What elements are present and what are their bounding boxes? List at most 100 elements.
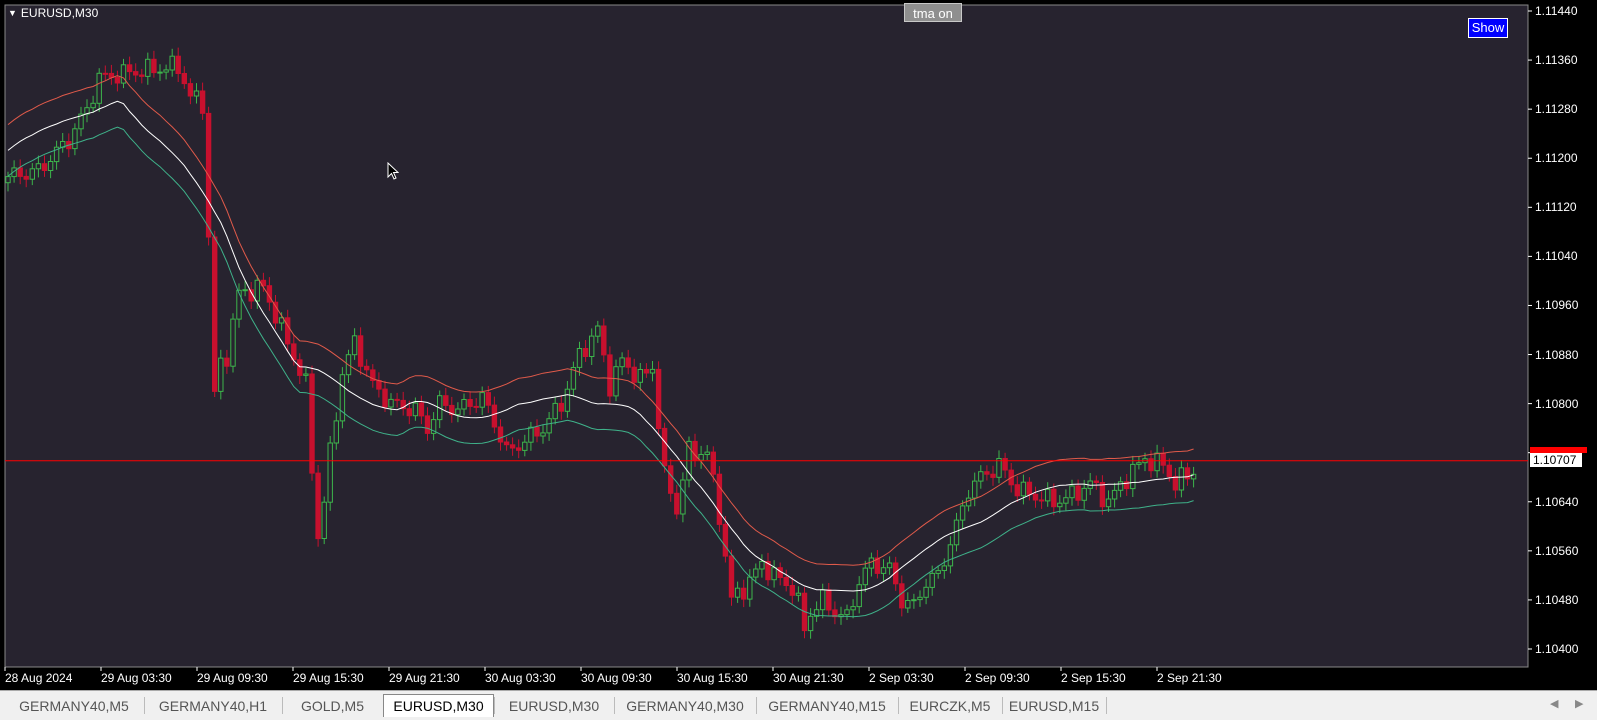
chart-title: ▼ EURUSD,M30 [8,6,98,20]
bear-candle [1099,482,1106,508]
bull-candle [1111,489,1118,500]
bear-candle [133,71,139,76]
bull-candle [90,102,96,109]
bull-candle [941,565,947,572]
bull-candle [880,567,887,574]
bull-candle [978,471,984,482]
bear-candle [309,373,315,474]
show-button[interactable]: Show [1468,18,1508,38]
bear-candle [741,587,747,600]
bear-candle [582,348,589,357]
bear-candle [175,55,181,74]
time-axis-label: 28 Aug 2024 [5,671,73,685]
bull-candle [911,599,917,602]
bull-candle [528,426,534,443]
bear-candle [789,585,795,596]
bull-candle [522,441,528,451]
bear-candle [17,167,23,177]
bull-candle [351,335,358,356]
bull-candle [236,289,242,320]
bear-candle [728,555,735,598]
bear-candle [443,395,449,406]
bear-candle [406,408,413,417]
chart-tab[interactable]: EURUSD,M30 [494,696,614,716]
chart-tab[interactable]: GOLD,M5 [282,696,383,716]
bull-candle [953,519,960,546]
time-axis-label: 2 Sep 09:30 [965,671,1030,685]
bear-candle [199,90,206,114]
bear-candle [1032,493,1039,501]
bull-candle [339,374,346,422]
bear-candle [473,405,479,408]
chart-tab[interactable]: GERMANY40,M15 [756,696,898,716]
bull-candle [759,561,765,570]
time-axis-label: 29 Aug 15:30 [293,671,364,685]
bear-candle [668,465,674,494]
bear-candle [315,472,321,540]
chart-tab-bar: ◀ ▶ GERMANY40,M5 GERMANY40,H1 GOLD,M5 EURUS… [0,690,1597,720]
bull-candle [619,357,625,368]
bull-candle [193,90,200,97]
bear-candle [126,64,133,73]
dropdown-triangle-icon[interactable]: ▼ [8,8,17,18]
bear-candle [41,163,48,171]
bear-candle [509,444,516,449]
bear-candle [710,451,716,475]
price-axis-label: 1.10960 [1535,298,1579,313]
bull-candle [1081,487,1087,501]
bull-candle [917,596,923,601]
bull-candle [1178,467,1185,491]
bull-candle [254,279,261,302]
bull-candle [5,176,11,184]
bull-candle [145,58,151,77]
chart-window[interactable]: ▼ EURUSD,M30 tma on Show 1.11440 1.11360 1… [0,0,1597,690]
bull-candle [552,402,558,420]
bear-candle [503,441,510,446]
scroll-left-icon[interactable]: ◀ [1550,697,1558,710]
price-axis-label: 1.10480 [1535,592,1579,607]
bull-candle [163,69,169,73]
price-axis-label: 1.11120 [1535,200,1577,215]
price-chart[interactable] [0,0,1597,690]
price-axis-label: 1.10640 [1535,494,1579,509]
bear-candle [534,426,540,437]
bull-candle [96,72,102,104]
bull-candle [923,586,929,598]
time-axis-label: 30 Aug 21:30 [773,671,844,685]
bear-candle [382,388,388,408]
bear-candle [376,380,382,390]
chart-tab[interactable]: EURUSD,M15 [1002,696,1106,716]
bull-candle [868,557,875,569]
bull-candle [1117,481,1124,491]
bear-candle [625,357,631,368]
bull-candle [795,592,802,596]
bull-candle [680,479,686,515]
bear-candle [655,368,662,429]
bear-candle [1038,499,1045,502]
tma-toggle-button[interactable]: tma on [904,3,962,22]
chart-tab[interactable]: EURCZK,M5 [898,696,1002,716]
bull-candle [218,357,224,392]
bear-candle [1172,476,1179,491]
price-axis-label: 1.10560 [1535,543,1579,558]
bull-candle [753,568,759,578]
bear-candle [984,471,990,475]
chart-tab[interactable]: GERMANY40,M30 [614,696,756,716]
bull-candle [169,55,175,71]
bear-candle [418,402,425,417]
chart-tab[interactable]: GERMANY40,H1 [144,696,282,716]
bear-candle [990,473,996,478]
scroll-right-icon[interactable]: ▶ [1575,697,1583,710]
bull-candle [1136,462,1142,465]
bull-candle [1105,498,1112,508]
bull-candle [576,348,583,368]
chart-tab[interactable]: EURUSD,M30 [383,694,494,717]
chart-tab[interactable]: GERMANY40,M5 [4,696,144,716]
bear-candle [722,523,729,557]
bear-candle [151,58,157,74]
bull-candle [637,369,643,383]
bear-candle [224,357,230,367]
bull-candle [929,572,935,588]
bear-candle [631,366,637,383]
bull-candle [1045,488,1051,502]
